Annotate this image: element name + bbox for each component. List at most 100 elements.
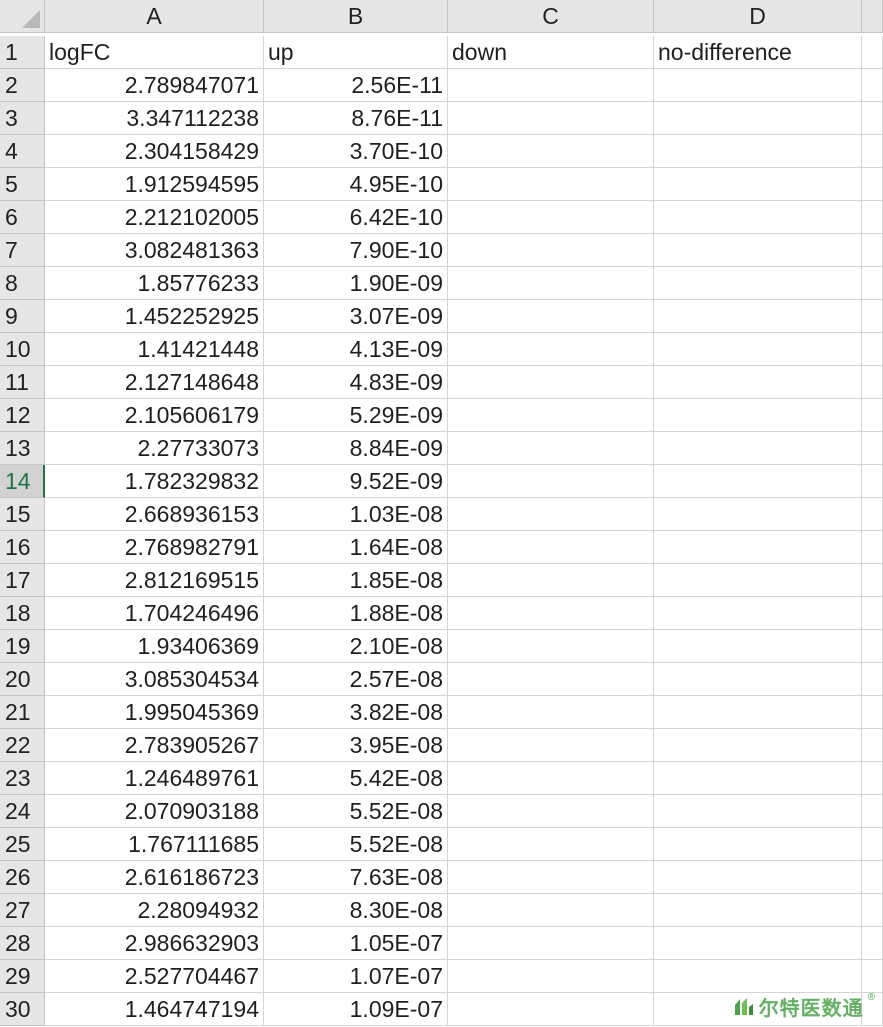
cell-d22[interactable]: [654, 729, 862, 762]
cell-c30[interactable]: [448, 993, 654, 1026]
cell-d3[interactable]: [654, 102, 862, 135]
cell-e26[interactable]: [862, 861, 883, 894]
cell-c23[interactable]: [448, 762, 654, 795]
cell-a15[interactable]: 2.668936153: [45, 498, 264, 531]
row-header-29[interactable]: 29: [0, 960, 45, 993]
cell-e1[interactable]: [862, 36, 883, 69]
cell-b12[interactable]: 5.29E-09: [264, 399, 448, 432]
cell-e9[interactable]: [862, 300, 883, 333]
row-header-16[interactable]: 16: [0, 531, 45, 564]
cell-a17[interactable]: 2.812169515: [45, 564, 264, 597]
cell-e16[interactable]: [862, 531, 883, 564]
row-header-21[interactable]: 21: [0, 696, 45, 729]
cell-b14[interactable]: 9.52E-09: [264, 465, 448, 498]
cell-a5[interactable]: 1.912594595: [45, 168, 264, 201]
cell-d25[interactable]: [654, 828, 862, 861]
row-header-18[interactable]: 18: [0, 597, 45, 630]
cell-b24[interactable]: 5.52E-08: [264, 795, 448, 828]
cell-d6[interactable]: [654, 201, 862, 234]
cell-d17[interactable]: [654, 564, 862, 597]
cell-d8[interactable]: [654, 267, 862, 300]
row-header-23[interactable]: 23: [0, 762, 45, 795]
cell-d26[interactable]: [654, 861, 862, 894]
cell-e15[interactable]: [862, 498, 883, 531]
cell-c18[interactable]: [448, 597, 654, 630]
cell-b15[interactable]: 1.03E-08: [264, 498, 448, 531]
cell-e2[interactable]: [862, 69, 883, 102]
cell-c12[interactable]: [448, 399, 654, 432]
cell-d16[interactable]: [654, 531, 862, 564]
cell-e27[interactable]: [862, 894, 883, 927]
cell-d21[interactable]: [654, 696, 862, 729]
cell-e25[interactable]: [862, 828, 883, 861]
cell-c3[interactable]: [448, 102, 654, 135]
cell-d28[interactable]: [654, 927, 862, 960]
cell-e12[interactable]: [862, 399, 883, 432]
cell-b22[interactable]: 3.95E-08: [264, 729, 448, 762]
cell-e20[interactable]: [862, 663, 883, 696]
row-header-22[interactable]: 22: [0, 729, 45, 762]
cell-c27[interactable]: [448, 894, 654, 927]
cell-b26[interactable]: 7.63E-08: [264, 861, 448, 894]
row-header-30[interactable]: 30: [0, 993, 45, 1026]
cell-a20[interactable]: 3.085304534: [45, 663, 264, 696]
cell-a13[interactable]: 2.27733073: [45, 432, 264, 465]
row-header-24[interactable]: 24: [0, 795, 45, 828]
cell-a16[interactable]: 2.768982791: [45, 531, 264, 564]
cell-d29[interactable]: [654, 960, 862, 993]
cell-b8[interactable]: 1.90E-09: [264, 267, 448, 300]
cell-e5[interactable]: [862, 168, 883, 201]
cell-a10[interactable]: 1.41421448: [45, 333, 264, 366]
cell-c28[interactable]: [448, 927, 654, 960]
cell-c26[interactable]: [448, 861, 654, 894]
cell-b21[interactable]: 3.82E-08: [264, 696, 448, 729]
cell-a7[interactable]: 3.082481363: [45, 234, 264, 267]
row-header-27[interactable]: 27: [0, 894, 45, 927]
cell-d11[interactable]: [654, 366, 862, 399]
row-header-26[interactable]: 26: [0, 861, 45, 894]
cell-b29[interactable]: 1.07E-07: [264, 960, 448, 993]
row-header-6[interactable]: 6: [0, 201, 45, 234]
cell-e21[interactable]: [862, 696, 883, 729]
cell-e14[interactable]: [862, 465, 883, 498]
row-header-12[interactable]: 12: [0, 399, 45, 432]
cell-b28[interactable]: 1.05E-07: [264, 927, 448, 960]
cell-d5[interactable]: [654, 168, 862, 201]
cell-a24[interactable]: 2.070903188: [45, 795, 264, 828]
cell-a19[interactable]: 1.93406369: [45, 630, 264, 663]
cell-e7[interactable]: [862, 234, 883, 267]
cell-b25[interactable]: 5.52E-08: [264, 828, 448, 861]
cell-a1[interactable]: logFC: [45, 36, 264, 69]
cell-c5[interactable]: [448, 168, 654, 201]
cell-a22[interactable]: 2.783905267: [45, 729, 264, 762]
row-header-4[interactable]: 4: [0, 135, 45, 168]
cell-a2[interactable]: 2.789847071: [45, 69, 264, 102]
cell-d4[interactable]: [654, 135, 862, 168]
cell-c20[interactable]: [448, 663, 654, 696]
row-header-14[interactable]: 14: [0, 465, 45, 498]
cell-b11[interactable]: 4.83E-09: [264, 366, 448, 399]
cell-b9[interactable]: 3.07E-09: [264, 300, 448, 333]
cell-a6[interactable]: 2.212102005: [45, 201, 264, 234]
cell-d24[interactable]: [654, 795, 862, 828]
cell-c22[interactable]: [448, 729, 654, 762]
row-header-8[interactable]: 8: [0, 267, 45, 300]
row-header-5[interactable]: 5: [0, 168, 45, 201]
cell-b18[interactable]: 1.88E-08: [264, 597, 448, 630]
row-header-3[interactable]: 3: [0, 102, 45, 135]
column-header-c[interactable]: C: [448, 0, 654, 33]
cell-e8[interactable]: [862, 267, 883, 300]
cell-e11[interactable]: [862, 366, 883, 399]
cell-b13[interactable]: 8.84E-09: [264, 432, 448, 465]
column-header-d[interactable]: D: [654, 0, 862, 33]
cell-e3[interactable]: [862, 102, 883, 135]
cell-c15[interactable]: [448, 498, 654, 531]
column-header-e[interactable]: [862, 0, 883, 33]
cell-d9[interactable]: [654, 300, 862, 333]
cell-e17[interactable]: [862, 564, 883, 597]
cell-d20[interactable]: [654, 663, 862, 696]
cell-b2[interactable]: 2.56E-11: [264, 69, 448, 102]
cell-d23[interactable]: [654, 762, 862, 795]
cell-c25[interactable]: [448, 828, 654, 861]
cell-e6[interactable]: [862, 201, 883, 234]
